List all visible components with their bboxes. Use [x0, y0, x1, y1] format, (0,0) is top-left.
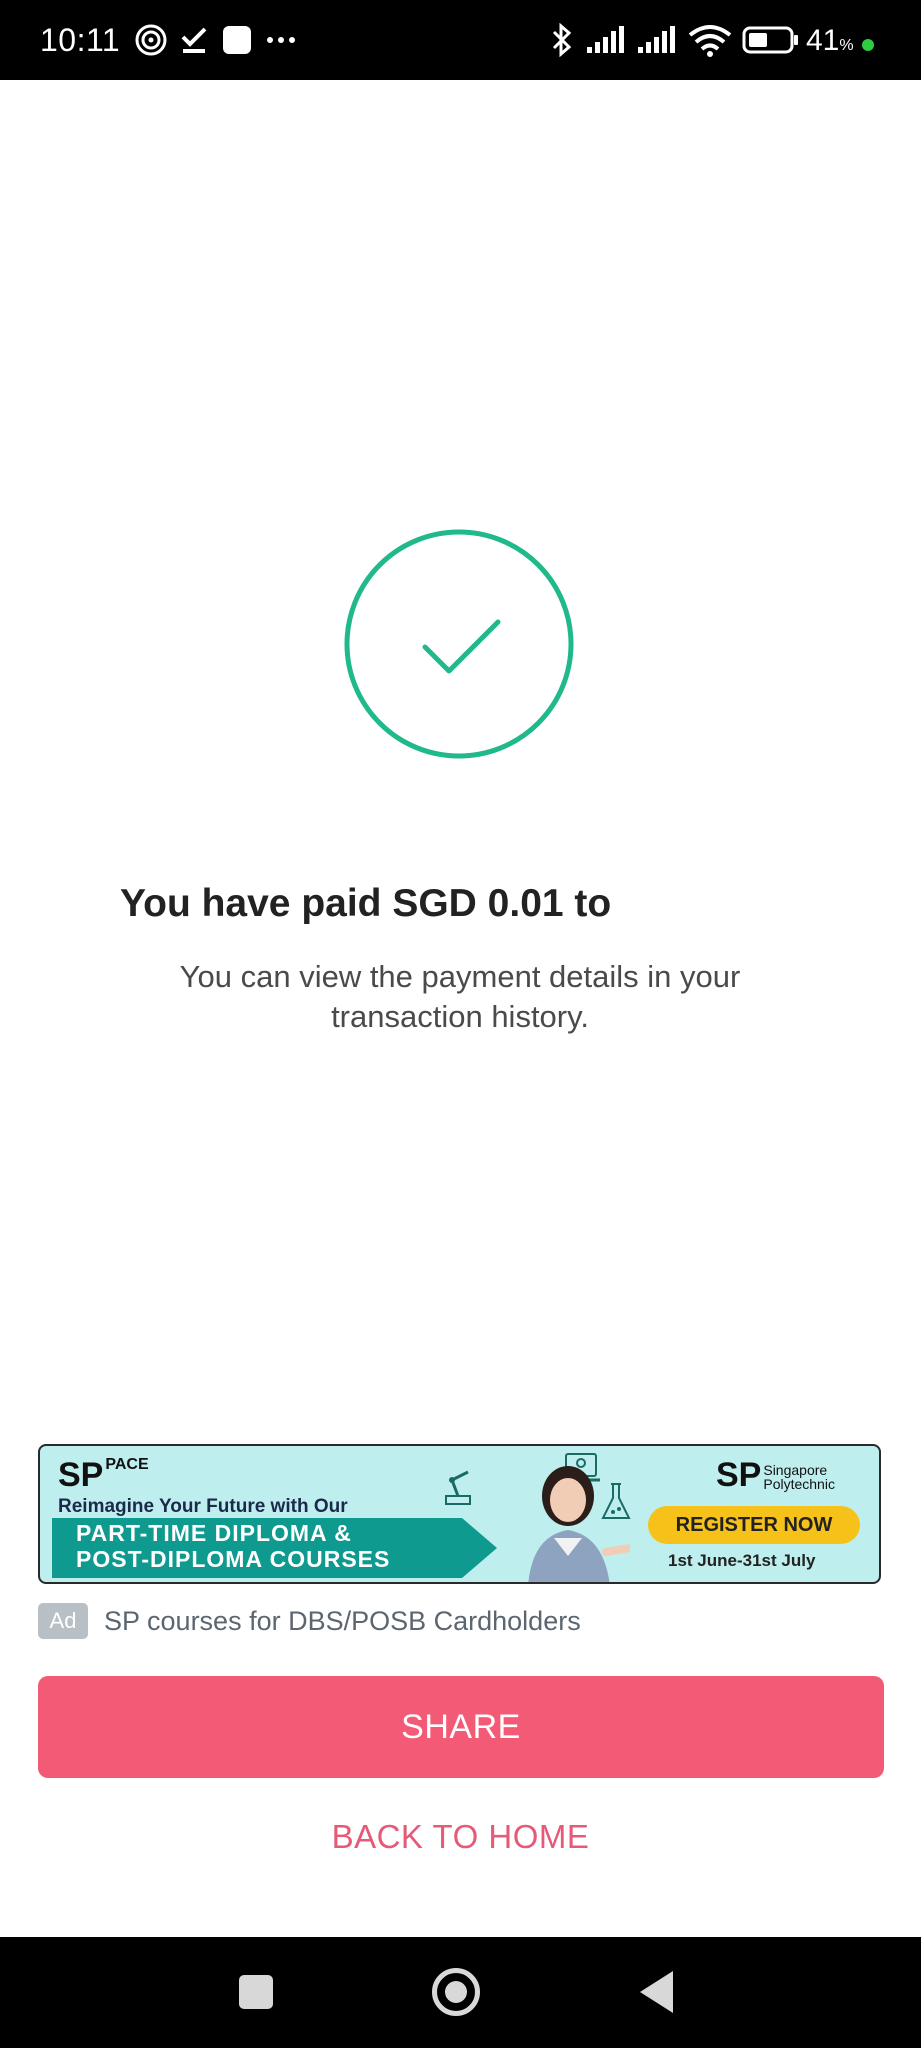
payment-headline: You have paid SGD 0.01 to: [120, 882, 612, 925]
ad-model-image: [510, 1456, 634, 1582]
nfc-icon: [134, 22, 168, 58]
signal-icon: [585, 22, 627, 58]
share-button[interactable]: SHARE: [38, 1676, 884, 1778]
sp-polytechnic-logo: SP Singapore Polytechnic: [716, 1456, 835, 1494]
ad-caption[interactable]: SP courses for DBS/POSB Cardholders: [104, 1606, 581, 1637]
bluetooth-icon: [550, 22, 574, 58]
recent-apps-icon[interactable]: [239, 1975, 273, 2009]
ad-caption-row: Ad SP courses for DBS/POSB Cardholders: [38, 1603, 581, 1639]
back-icon[interactable]: [640, 1971, 673, 2013]
wifi-icon: [688, 22, 732, 58]
app-icon: [222, 22, 252, 58]
ad-course-line-2: POST-DIPLOMA COURSES: [76, 1546, 391, 1572]
status-bar: 10:11 41%: [0, 0, 921, 80]
privacy-indicator-dot: [862, 39, 874, 51]
battery-icon: [742, 22, 800, 58]
ad-banner[interactable]: SP PACE Reimagine Your Future with Our PA…: [38, 1444, 881, 1584]
back-to-home-button[interactable]: BACK TO HOME: [0, 1818, 921, 1856]
more-icon: [266, 22, 296, 58]
navigation-bar: [0, 1937, 921, 2048]
register-now-button[interactable]: REGISTER NOW: [648, 1506, 860, 1544]
ad-tagline: Reimagine Your Future with Our: [58, 1496, 348, 1517]
ad-course-arrow: PART-TIME DIPLOMA & POST-DIPLOMA COURSES: [52, 1518, 497, 1578]
payment-subtext: You can view the payment details in your…: [179, 959, 741, 1034]
ad-dates: 1st June-31st July: [668, 1551, 816, 1570]
home-icon[interactable]: [432, 1968, 480, 2016]
battery-percent: 41%: [806, 24, 854, 57]
sp-pace-logo: SP PACE: [58, 1456, 149, 1494]
clock: 10:11: [40, 22, 121, 58]
check-circle-icon: [343, 528, 575, 760]
download-done-icon: [180, 22, 208, 58]
signal-icon: [636, 22, 678, 58]
robot-arm-icon: [442, 1466, 478, 1511]
ad-course-line-1: PART-TIME DIPLOMA &: [76, 1520, 352, 1546]
ad-badge: Ad: [38, 1603, 88, 1639]
